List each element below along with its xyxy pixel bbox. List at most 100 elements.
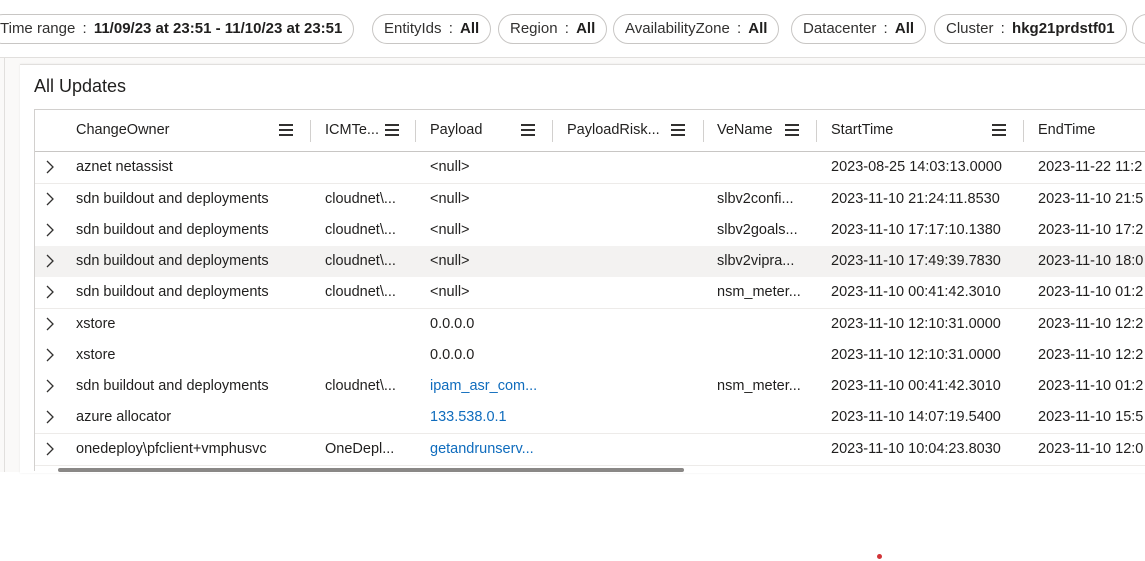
cell-start: 2023-11-10 14:07:19.5400 (831, 409, 1001, 425)
cell-payload[interactable]: getandrunserv... (430, 434, 534, 465)
table-row[interactable]: azure allocator 133.538.0.1 2023-11-10 14:… (35, 402, 1145, 434)
cell-end: 2023-11-10 12:2 (1038, 316, 1144, 332)
column-divider[interactable] (816, 120, 817, 142)
cell-end: 2023-11-10 15:5 (1038, 409, 1144, 425)
cell-end: 2023-11-10 12:2 (1038, 347, 1144, 363)
cell-vename: slbv2confi... (717, 191, 794, 207)
cell-payload[interactable]: 133.538.0.1 (430, 402, 507, 433)
column-menu-icon[interactable] (279, 124, 293, 136)
chevron-right-icon[interactable] (43, 285, 57, 299)
table-row[interactable]: sdn buildout and deployments cloudnet\...… (35, 246, 1145, 278)
column-header-label: ICMTe... (325, 122, 379, 138)
horizontal-scrollbar[interactable] (58, 468, 684, 472)
cell-vename: slbv2vipra... (717, 253, 795, 269)
filter-label: AvailabilityZone (625, 20, 730, 37)
column-header-label: PayloadRisk... (567, 122, 660, 138)
cell-owner: sdn buildout and deployments (76, 284, 269, 300)
cell-start: 2023-11-10 12:10:31.0000 (831, 347, 1001, 363)
cell-owner: aznet netassist (76, 159, 173, 175)
cell-start: 2023-11-10 17:17:10.1380 (831, 222, 1001, 238)
column-divider[interactable] (310, 120, 311, 142)
filter-cluster[interactable]: Cluster : hkg21prdstf01 (934, 14, 1127, 44)
chevron-right-icon[interactable] (43, 410, 57, 424)
table-row[interactable]: aznet netassist <null> 2023-08-25 14:03:13… (35, 152, 1145, 184)
panel-title: All Updates (34, 76, 127, 96)
status-dot (877, 554, 882, 559)
cell-payload: 0.0.0.0 (430, 316, 475, 332)
column-menu-icon[interactable] (521, 124, 535, 136)
cell-end: 2023-11-10 01:2 (1038, 378, 1144, 394)
column-divider[interactable] (1023, 120, 1024, 142)
chevron-right-icon[interactable] (43, 442, 57, 456)
filter-value: All (576, 20, 596, 37)
cell-start: 2023-08-25 14:03:13.0000 (831, 159, 1002, 175)
column-header-icmteam[interactable]: ICMTe... (314, 110, 415, 151)
column-menu-icon[interactable] (992, 124, 1006, 136)
column-menu-icon[interactable] (385, 124, 399, 136)
cell-start: 2023-11-10 00:41:42.3010 (831, 284, 1001, 300)
column-divider[interactable] (415, 120, 416, 142)
chevron-right-icon[interactable] (43, 317, 57, 331)
table-row[interactable]: sdn buildout and deployments cloudnet\...… (35, 184, 1145, 216)
chevron-right-icon[interactable] (43, 379, 57, 393)
column-header-starttime[interactable]: StartTime (820, 110, 1023, 151)
table-row[interactable]: xstore 0.0.0.0 2023-11-10 12:10:31.0000 202… (35, 340, 1145, 372)
cell-vename: nsm_meter... (717, 378, 801, 394)
cell-icm: cloudnet\... (325, 284, 396, 300)
grid-header: ChangeOwner ICMTe... Payload PayloadRisk… (35, 110, 1145, 152)
filter-value: All (748, 20, 768, 37)
cell-payload: <null> (430, 191, 470, 207)
column-header-payloadrisk[interactable]: PayloadRisk... (556, 110, 703, 151)
cell-end: 2023-11-10 21:5 (1038, 191, 1144, 207)
cell-owner: sdn buildout and deployments (76, 191, 269, 207)
cell-end: 2023-11-10 12:0 (1038, 441, 1144, 457)
column-divider[interactable] (703, 120, 704, 142)
column-header-vename[interactable]: VeName (706, 110, 816, 151)
filter-more[interactable] (1132, 14, 1145, 44)
cell-start: 2023-11-10 00:41:42.3010 (831, 378, 1001, 394)
filter-label: Datacenter (803, 20, 877, 37)
filter-value: hkg21prdstf01 (1012, 20, 1115, 37)
cell-start: 2023-11-10 21:24:11.8530 (831, 191, 1000, 207)
column-header-label: EndTime (1038, 122, 1096, 138)
chevron-right-icon[interactable] (43, 160, 57, 174)
filter-label: EntityIds (384, 20, 442, 37)
chevron-right-icon[interactable] (43, 192, 57, 206)
chevron-right-icon[interactable] (43, 348, 57, 362)
updates-grid: ChangeOwner ICMTe... Payload PayloadRisk… (34, 109, 1145, 471)
filter-time-range[interactable]: Time range : 11/09/23 at 23:51 - 11/10/2… (0, 14, 355, 44)
column-header-label: VeName (717, 122, 773, 138)
table-row[interactable]: sdn buildout and deployments cloudnet\...… (35, 371, 1145, 403)
filter-label: Region (510, 20, 558, 37)
column-header-changeowner[interactable]: ChangeOwner (65, 110, 310, 151)
filter-entity-ids[interactable]: EntityIds : All (372, 14, 492, 44)
cell-icm: cloudnet\... (325, 378, 396, 394)
chevron-right-icon[interactable] (43, 254, 57, 268)
table-row[interactable]: sdn buildout and deployments cloudnet\...… (35, 277, 1145, 309)
filter-value: All (460, 20, 480, 37)
filter-region[interactable]: Region : All (498, 14, 608, 44)
chevron-right-icon[interactable] (43, 223, 57, 237)
cell-vename: nsm_meter... (717, 284, 801, 300)
cell-owner: sdn buildout and deployments (76, 222, 269, 238)
column-menu-icon[interactable] (671, 124, 685, 136)
table-row[interactable]: onedeploy\pfclient+vmphusvc OneDepl... get… (35, 434, 1145, 466)
panel-divider (4, 58, 5, 472)
filter-bar: Time range : 11/09/23 at 23:51 - 11/10/2… (0, 0, 1145, 58)
cell-owner: sdn buildout and deployments (76, 378, 269, 394)
filter-datacenter[interactable]: Datacenter : All (791, 14, 927, 44)
column-divider[interactable] (552, 120, 553, 142)
cell-start: 2023-11-10 12:10:31.0000 (831, 316, 1001, 332)
column-header-endtime[interactable]: EndTime (1027, 110, 1145, 151)
filter-availability-zone[interactable]: AvailabilityZone : All (613, 14, 780, 44)
column-header-payload[interactable]: Payload (419, 110, 552, 151)
table-row[interactable]: xstore 0.0.0.0 2023-11-10 12:10:31.0000 202… (35, 309, 1145, 341)
cell-vename: slbv2goals... (717, 222, 798, 238)
cell-payload[interactable]: ipam_asr_com... (430, 371, 537, 402)
column-header-label: ChangeOwner (76, 122, 170, 138)
column-header-label: Payload (430, 122, 483, 138)
table-row[interactable]: sdn buildout and deployments cloudnet\...… (35, 215, 1145, 247)
cell-end: 2023-11-10 01:2 (1038, 284, 1144, 300)
filter-value: 11/09/23 at 23:51 - 11/10/23 at 23:51 (93, 20, 343, 37)
column-menu-icon[interactable] (785, 124, 799, 136)
